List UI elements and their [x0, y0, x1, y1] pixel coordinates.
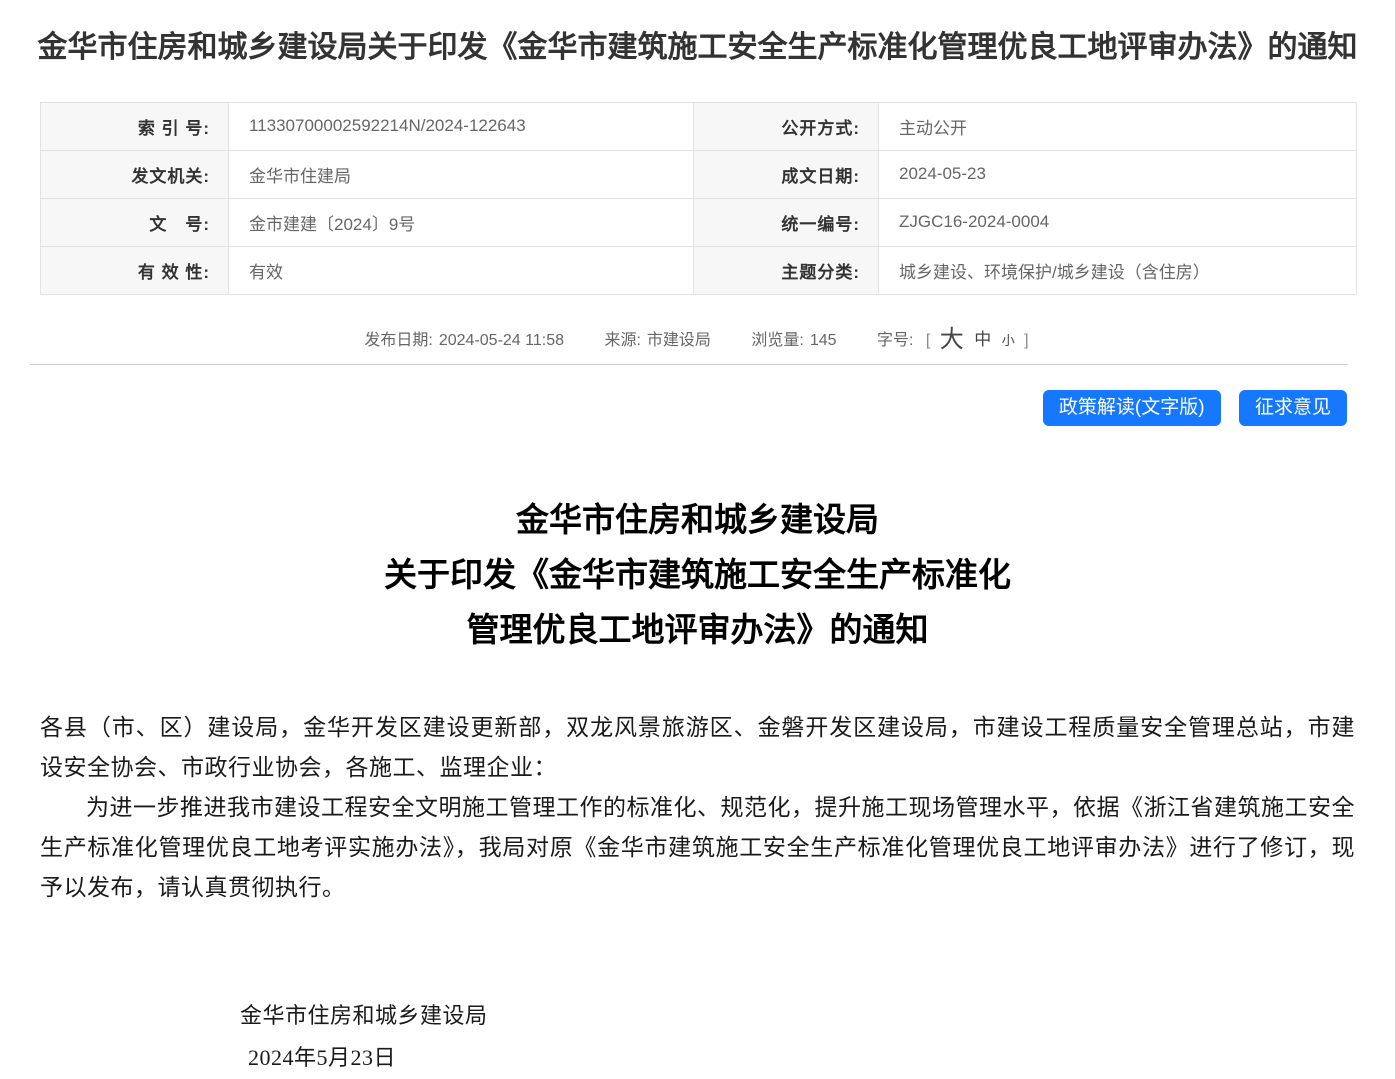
- font-size-large-button[interactable]: 大: [940, 326, 964, 353]
- divider: [30, 364, 1348, 365]
- publish-info-bar: 发布日期: 2024-05-24 11:58 来源: 市建设局 浏览量: 145 字号…: [0, 325, 1395, 355]
- meta-value-issuing-agency: 金华市住建局: [229, 150, 694, 198]
- publish-date-label: 发布日期:: [364, 332, 432, 349]
- page-title: 金华市住房和城乡建设局关于印发《金华市建筑施工安全生产标准化管理优良工地评审办法…: [33, 0, 1363, 76]
- signature-org: 金华市住房和城乡建设局: [40, 995, 1355, 1037]
- meta-value-validity: 有效: [229, 246, 694, 294]
- view-count: 浏览量: 145: [751, 332, 836, 349]
- meta-table: 索 引 号: 11330700002592214N/2024-122643 公开…: [40, 102, 1357, 295]
- font-size-control: 字号: [ 大 中 小 ]: [877, 332, 1031, 349]
- meta-label-unified-number: 统一编号:: [694, 198, 879, 246]
- action-buttons: 政策解读(文字版) 征求意见: [40, 390, 1347, 427]
- source-value: 市建设局: [647, 332, 711, 349]
- meta-label-issue-date: 成文日期:: [694, 150, 879, 198]
- meta-label-disclosure-method: 公开方式:: [694, 102, 879, 150]
- meta-label-issuing-agency: 发文机关:: [41, 150, 229, 198]
- document-title: 金华市住房和城乡建设局 关于印发《金华市建筑施工安全生产标准化 管理优良工地评审…: [0, 492, 1395, 657]
- table-row: 发文机关: 金华市住建局 成文日期: 2024-05-23: [41, 150, 1357, 198]
- paragraph-addressees: 各县（市、区）建设局，金华开发区建设更新部，双龙风景旅游区、金磐开发区建设局，市…: [40, 707, 1355, 787]
- document-title-line: 管理优良工地评审办法》的通知: [0, 602, 1395, 657]
- meta-value-unified-number: ZJGC16-2024-0004: [879, 198, 1357, 246]
- meta-label-document-number: 文 号:: [41, 198, 229, 246]
- bracket-close: ]: [1024, 332, 1028, 349]
- table-row: 文 号: 金市建建〔2024〕9号 统一编号: ZJGC16-2024-0004: [41, 198, 1357, 246]
- paragraph-main: 为进一步推进我市建设工程安全文明施工管理工作的标准化、规范化，提升施工现场管理水…: [40, 787, 1355, 907]
- font-size-medium-button[interactable]: 中: [974, 330, 991, 349]
- document-body: 各县（市、区）建设局，金华开发区建设更新部，双龙风景旅游区、金磐开发区建设局，市…: [40, 707, 1355, 1079]
- bracket-open: [: [926, 332, 930, 349]
- meta-label-topic-category: 主题分类:: [694, 246, 879, 294]
- document-title-line: 关于印发《金华市建筑施工安全生产标准化: [0, 547, 1395, 602]
- publish-date: 发布日期: 2024-05-24 11:58: [364, 332, 564, 349]
- signature-date: 2024年5月23日: [40, 1037, 1355, 1079]
- meta-label-validity: 有 效 性:: [41, 246, 229, 294]
- source-label: 来源:: [604, 332, 640, 349]
- meta-value-document-number: 金市建建〔2024〕9号: [229, 198, 694, 246]
- source: 来源: 市建设局: [604, 332, 710, 349]
- signature-block: 金华市住房和城乡建设局 2024年5月23日: [40, 995, 1355, 1079]
- view-count-label: 浏览量:: [751, 332, 803, 349]
- meta-label-index-number: 索 引 号:: [41, 102, 229, 150]
- document-title-line: 金华市住房和城乡建设局: [0, 492, 1395, 547]
- meta-value-issue-date: 2024-05-23: [879, 150, 1357, 198]
- font-size-label: 字号:: [877, 332, 913, 349]
- meta-value-disclosure-method: 主动公开: [879, 102, 1357, 150]
- font-size-small-button[interactable]: 小: [1002, 333, 1015, 348]
- policy-interpretation-button[interactable]: 政策解读(文字版): [1043, 390, 1221, 427]
- solicit-opinions-button[interactable]: 征求意见: [1239, 390, 1347, 427]
- meta-value-index-number: 11330700002592214N/2024-122643: [229, 102, 694, 150]
- table-row: 有 效 性: 有效 主题分类: 城乡建设、环境保护/城乡建设（含住房）: [41, 246, 1357, 294]
- table-row: 索 引 号: 11330700002592214N/2024-122643 公开…: [41, 102, 1357, 150]
- view-count-value: 145: [810, 332, 837, 349]
- page: 金华市住房和城乡建设局关于印发《金华市建筑施工安全生产标准化管理优良工地评审办法…: [0, 0, 1396, 1079]
- publish-date-value: 2024-05-24 11:58: [439, 332, 564, 349]
- meta-value-topic-category: 城乡建设、环境保护/城乡建设（含住房）: [879, 246, 1357, 294]
